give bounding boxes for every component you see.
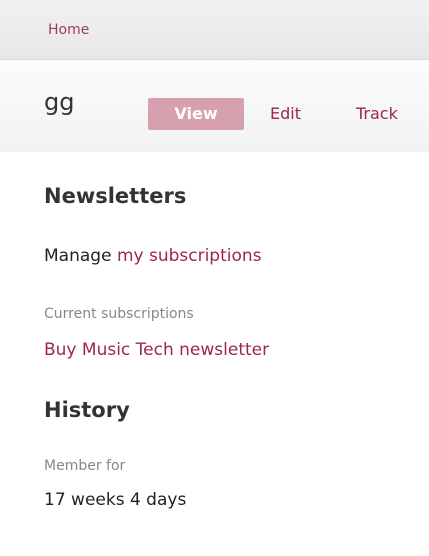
member-for-value: 17 weeks 4 days <box>44 490 187 510</box>
newsletters-heading: Newsletters <box>44 184 187 208</box>
member-for-label: Member for <box>44 458 126 474</box>
page-header: gg View Edit Track <box>0 60 429 152</box>
tab-track[interactable]: Track <box>356 98 398 130</box>
breadcrumb: Home <box>0 0 429 60</box>
breadcrumb-home-link[interactable]: Home <box>48 22 89 38</box>
manage-prefix: Manage <box>44 246 112 266</box>
current-subscriptions-label: Current subscriptions <box>44 306 194 322</box>
my-subscriptions-link[interactable]: my subscriptions <box>117 246 262 266</box>
newsletter-subscription-link[interactable]: Buy Music Tech newsletter <box>44 340 269 360</box>
tab-view[interactable]: View <box>148 98 244 130</box>
history-heading: History <box>44 398 130 422</box>
manage-subscriptions-line: Manage my subscriptions <box>44 246 262 266</box>
page-title: gg <box>44 88 75 116</box>
tab-edit[interactable]: Edit <box>270 98 301 130</box>
